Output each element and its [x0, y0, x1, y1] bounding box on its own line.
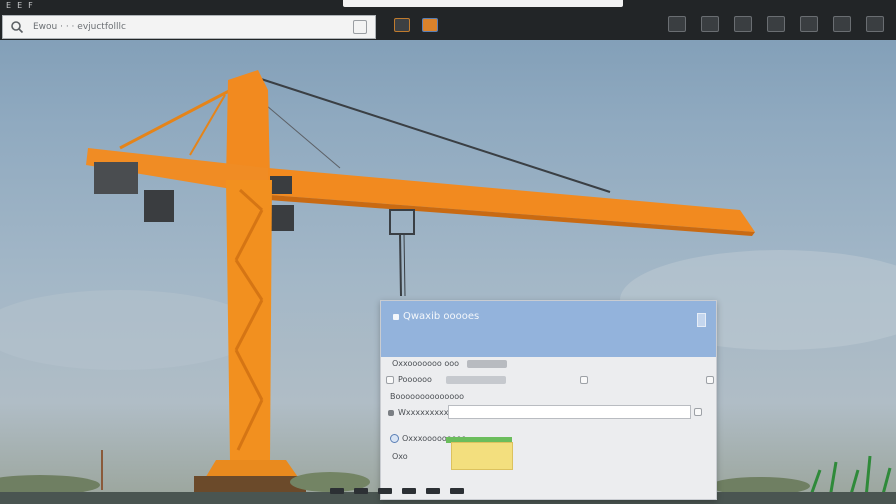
- dialog-title-text: Qwaxib ooooes: [403, 311, 480, 322]
- section-row: Oxxooooooo ooo: [392, 359, 508, 368]
- name-input[interactable]: [448, 405, 691, 419]
- option-icon[interactable]: [386, 375, 394, 384]
- taskbar-item[interactable]: [330, 488, 344, 494]
- close-button[interactable]: [697, 313, 706, 327]
- taskbar: [330, 486, 770, 496]
- note-row: Oxo: [392, 452, 408, 461]
- field-bullet-icon: [388, 409, 394, 416]
- field-row: Wxxxxxxxxxx: [388, 408, 453, 417]
- preview-swatch[interactable]: [451, 442, 513, 470]
- section-divider: [467, 359, 508, 368]
- option-row: Poooooo: [386, 375, 714, 384]
- dialog-title: Qwaxib ooooes: [393, 311, 479, 322]
- app-icon: [393, 313, 399, 320]
- option-toggle-icon[interactable]: [579, 375, 588, 384]
- taskbar-item[interactable]: [354, 488, 368, 494]
- option-extra-icon[interactable]: [705, 375, 714, 384]
- option-value: [445, 375, 506, 384]
- taskbar-item[interactable]: [378, 488, 392, 494]
- option-radio[interactable]: [390, 434, 399, 443]
- field-label: Wxxxxxxxxxx: [398, 408, 454, 417]
- option-label: Poooooo: [398, 375, 432, 384]
- section-label: Oxxooooooo ooo: [392, 359, 460, 368]
- taskbar-item[interactable]: [450, 488, 464, 494]
- taskbar-item[interactable]: [402, 488, 416, 494]
- browse-icon[interactable]: [694, 408, 702, 416]
- note-label: Oxo: [392, 452, 408, 461]
- dialog-header: Qwaxib ooooes: [381, 301, 716, 357]
- info-row: Boooooooooooooo: [390, 392, 464, 401]
- taskbar-item[interactable]: [426, 488, 440, 494]
- info-label: Boooooooooooooo: [390, 392, 465, 401]
